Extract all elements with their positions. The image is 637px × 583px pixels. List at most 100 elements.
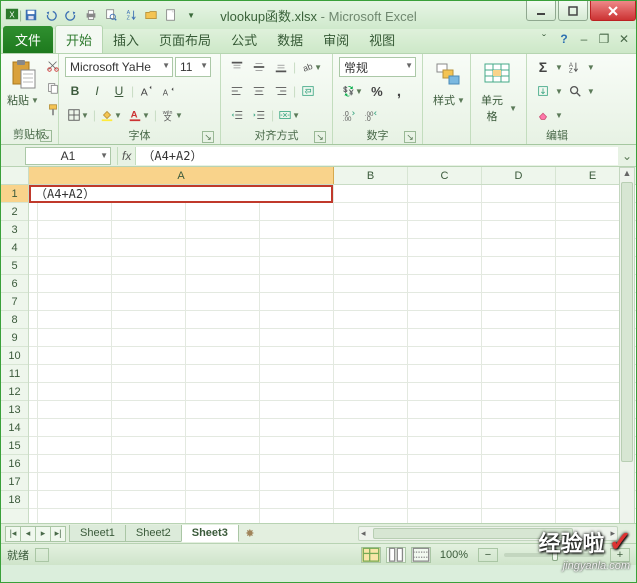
save-icon[interactable] (22, 6, 40, 24)
fill-color-icon[interactable]: ▼ (98, 105, 124, 125)
column-header[interactable]: C (408, 167, 482, 184)
maximize-button[interactable] (558, 1, 588, 21)
align-left-icon[interactable] (227, 81, 247, 101)
sheet-nav-prev-icon[interactable]: ◂ (20, 526, 36, 542)
minimize-ribbon-icon[interactable]: ˇ (536, 31, 552, 47)
row-header[interactable]: 14 (1, 419, 28, 437)
align-middle-icon[interactable] (249, 57, 269, 77)
horizontal-scrollbar[interactable]: ◂▸ (358, 526, 618, 541)
font-color-icon[interactable]: A▼ (126, 105, 152, 125)
merge-center-icon[interactable]: ▼ (276, 105, 302, 125)
tab-data[interactable]: 数据 (267, 26, 313, 53)
new-icon[interactable] (162, 6, 180, 24)
launcher-icon[interactable]: ↘ (40, 130, 52, 142)
column-header[interactable]: D (482, 167, 556, 184)
orientation-icon[interactable]: ab▼ (298, 57, 324, 77)
column-header[interactable]: B (334, 167, 408, 184)
phonetic-icon[interactable]: wén文▼ (159, 105, 185, 125)
zoom-in-button[interactable]: + (610, 548, 630, 562)
row-header[interactable]: 15 (1, 437, 28, 455)
comma-icon[interactable]: , (389, 81, 409, 101)
zoom-out-button[interactable]: − (478, 548, 498, 562)
sort-filter-icon[interactable]: AZ (565, 57, 585, 77)
font-size-combo[interactable]: 11▼ (175, 57, 211, 77)
sort-icon[interactable]: AZ (122, 6, 140, 24)
cells-area[interactable]: （A4+A2） (29, 185, 636, 523)
border-icon[interactable]: ▼ (65, 105, 91, 125)
wrap-text-icon[interactable] (298, 81, 318, 101)
sheet-tab[interactable]: Sheet3 (181, 525, 239, 542)
row-header[interactable]: 18 (1, 491, 28, 509)
fill-icon[interactable] (533, 81, 553, 101)
align-center-icon[interactable] (249, 81, 269, 101)
number-format-combo[interactable]: 常规▼ (339, 57, 416, 77)
minimize-button[interactable] (526, 1, 556, 21)
autosum-icon[interactable]: Σ (533, 57, 553, 77)
decrease-decimal-icon[interactable]: .00.0 (361, 105, 381, 125)
select-all-corner[interactable] (1, 167, 29, 185)
launcher-icon[interactable]: ↘ (404, 131, 416, 143)
doc-close-icon[interactable]: ✕ (616, 31, 632, 47)
shrink-font-icon[interactable]: A (158, 81, 178, 101)
fx-icon[interactable]: fx (117, 147, 136, 165)
zoom-slider[interactable] (504, 553, 604, 557)
row-header[interactable]: 2 (1, 203, 28, 221)
scrollbar-thumb[interactable] (373, 528, 573, 539)
launcher-icon[interactable]: ↘ (314, 131, 326, 143)
row-header[interactable]: 8 (1, 311, 28, 329)
decrease-indent-icon[interactable] (227, 105, 247, 125)
macro-record-icon[interactable] (35, 548, 49, 562)
launcher-icon[interactable]: ↘ (202, 131, 214, 143)
preview-icon[interactable] (102, 6, 120, 24)
bold-button[interactable]: B (65, 81, 85, 101)
zoom-level[interactable]: 100% (440, 549, 468, 561)
row-header[interactable]: 11 (1, 365, 28, 383)
italic-button[interactable]: I (87, 81, 107, 101)
sheet-nav-next-icon[interactable]: ▸ (35, 526, 51, 542)
formula-input[interactable] (136, 147, 618, 165)
sheet-tab[interactable]: Sheet1 (69, 525, 126, 542)
page-break-view-icon[interactable] (411, 547, 431, 563)
expand-formula-icon[interactable]: ⌄ (618, 149, 636, 163)
worksheet-grid[interactable]: ABCDE 123456789101112131415161718 （A4+A2… (1, 167, 636, 523)
scrollbar-thumb[interactable] (621, 182, 633, 462)
tab-layout[interactable]: 页面布局 (149, 26, 221, 53)
page-layout-view-icon[interactable] (386, 547, 406, 563)
row-header[interactable]: 4 (1, 239, 28, 257)
styles-button[interactable]: 样式▼ (429, 56, 469, 108)
normal-view-icon[interactable] (361, 547, 381, 563)
sheet-nav-first-icon[interactable]: |◂ (5, 526, 21, 542)
underline-button[interactable]: U (109, 81, 129, 101)
tab-review[interactable]: 审阅 (313, 26, 359, 53)
name-box[interactable]: A1 ▼ (25, 147, 111, 165)
tab-file[interactable]: 文件 (3, 26, 53, 53)
row-header[interactable]: 3 (1, 221, 28, 239)
sheet-nav-last-icon[interactable]: ▸| (50, 526, 66, 542)
help-icon[interactable]: ? (556, 31, 572, 47)
tab-view[interactable]: 视图 (359, 26, 405, 53)
accounting-icon[interactable]: 💱▼ (339, 81, 365, 101)
row-header[interactable]: 13 (1, 401, 28, 419)
new-sheet-icon[interactable]: ✸ (240, 527, 260, 540)
row-header[interactable]: 7 (1, 293, 28, 311)
clear-icon[interactable] (533, 105, 553, 125)
percent-icon[interactable]: % (367, 81, 387, 101)
font-name-combo[interactable]: Microsoft YaHe▼ (65, 57, 173, 77)
row-header[interactable]: 12 (1, 383, 28, 401)
doc-minimize-icon[interactable]: – (576, 31, 592, 47)
tab-formulas[interactable]: 公式 (221, 26, 267, 53)
row-headers[interactable]: 123456789101112131415161718 (1, 185, 29, 523)
paste-button[interactable]: 粘贴▼ (7, 56, 39, 120)
cells-button[interactable]: 单元格▼ (477, 56, 517, 124)
find-icon[interactable] (565, 81, 585, 101)
increase-indent-icon[interactable] (249, 105, 269, 125)
grow-font-icon[interactable]: A (136, 81, 156, 101)
row-header[interactable]: 10 (1, 347, 28, 365)
row-header[interactable]: 17 (1, 473, 28, 491)
align-right-icon[interactable] (271, 81, 291, 101)
active-cell[interactable]: （A4+A2） (29, 185, 333, 203)
align-top-icon[interactable] (227, 57, 247, 77)
row-header[interactable]: 1 (1, 185, 28, 203)
row-header[interactable]: 6 (1, 275, 28, 293)
open-icon[interactable] (142, 6, 160, 24)
